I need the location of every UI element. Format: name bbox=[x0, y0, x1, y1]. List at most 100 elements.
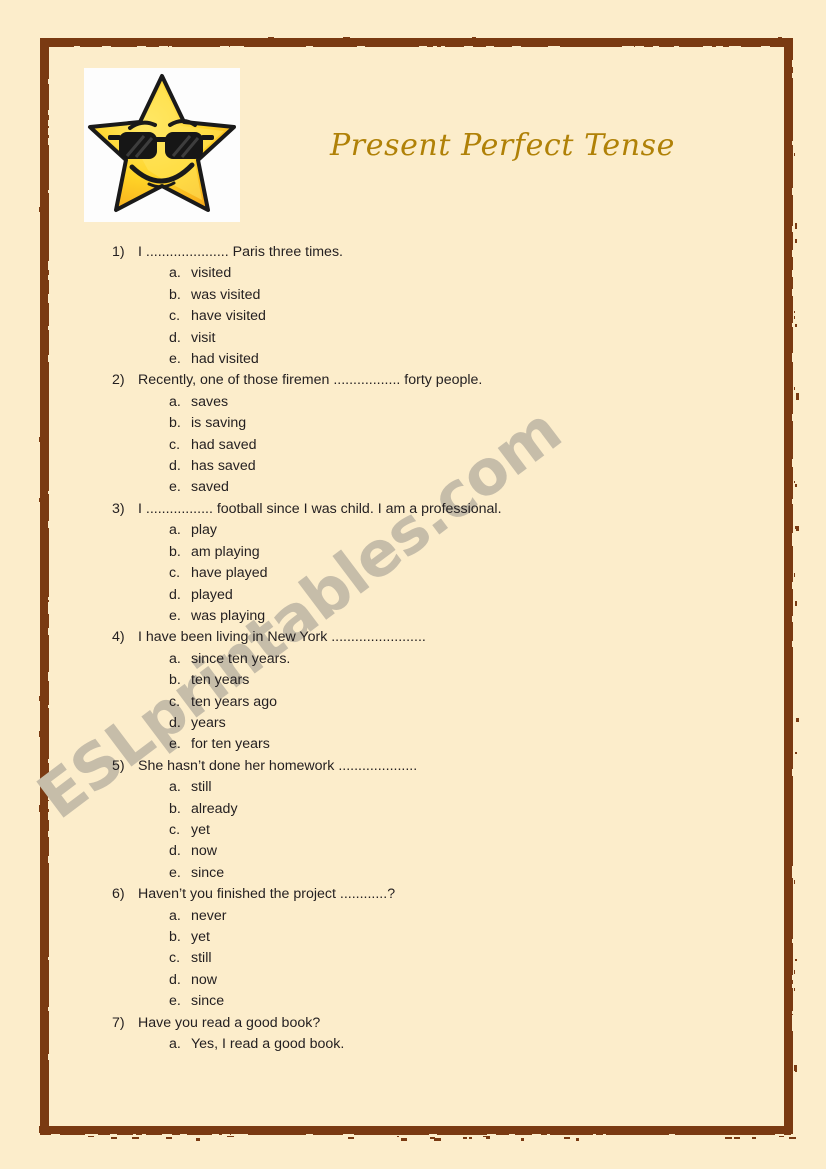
frame-edge-speck bbox=[794, 315, 795, 319]
frame-edge-notch bbox=[512, 46, 518, 47]
frame-edge-notch bbox=[74, 46, 81, 48]
option-item[interactable]: d. has saved bbox=[112, 456, 732, 477]
frame-edge-notch bbox=[792, 939, 795, 944]
option-item[interactable]: a. Yes, I read a good book. bbox=[112, 1034, 732, 1055]
frame-edge-speck bbox=[521, 1138, 525, 1141]
frame-edge-speck bbox=[758, 39, 761, 40]
option-item[interactable]: c. still bbox=[112, 948, 732, 969]
frame-edge-notch bbox=[168, 46, 172, 47]
question-number: 1) bbox=[112, 244, 125, 260]
option-text: have visited bbox=[191, 308, 266, 325]
frame-edge-speck bbox=[41, 409, 42, 415]
frame-edge-speck bbox=[41, 139, 42, 147]
frame-edge-notch bbox=[48, 793, 51, 800]
option-text: since bbox=[191, 864, 225, 881]
frame-edge-notch bbox=[592, 1134, 596, 1137]
option-item[interactable]: e. for ten years bbox=[112, 734, 732, 755]
frame-edge-notch bbox=[141, 1134, 146, 1136]
option-item[interactable]: a. saves bbox=[112, 392, 732, 413]
frame-edge-speck bbox=[242, 38, 247, 40]
frame-edge-speck bbox=[794, 572, 795, 577]
frame-edge-notch bbox=[159, 46, 169, 47]
option-item[interactable]: c. ten years ago bbox=[112, 692, 732, 713]
option-list: a. never b. yet c. still d. now e. since bbox=[112, 906, 732, 1013]
option-item[interactable]: e. saved bbox=[112, 477, 732, 498]
option-item[interactable]: a. still bbox=[112, 777, 732, 798]
frame-edge-notch bbox=[48, 274, 51, 280]
option-letter: e. bbox=[169, 351, 181, 368]
frame-edge-speck bbox=[788, 1137, 796, 1139]
frame-edge-notch bbox=[792, 269, 794, 277]
question-number: 4) bbox=[112, 629, 125, 646]
frame-edge-speck bbox=[380, 38, 385, 40]
frame-edge-notch bbox=[792, 414, 794, 419]
option-item[interactable]: c. have visited bbox=[112, 306, 732, 327]
frame-edge-speck bbox=[796, 717, 799, 722]
option-text: never bbox=[191, 907, 227, 924]
option-item[interactable]: a. visited bbox=[112, 263, 732, 284]
option-item[interactable]: e. had visited bbox=[112, 349, 732, 370]
frame-edge-speck bbox=[471, 37, 476, 40]
option-item[interactable]: d. played bbox=[112, 585, 732, 606]
frame-edge-notch bbox=[428, 1134, 437, 1135]
frame-edge-notch bbox=[48, 355, 49, 363]
frame-edge-notch bbox=[716, 46, 724, 47]
frame-edge-notch bbox=[137, 46, 147, 48]
frame-edge-notch bbox=[48, 138, 51, 146]
frame-edge-speck bbox=[39, 436, 42, 442]
option-item[interactable]: d. visit bbox=[112, 328, 732, 349]
option-item[interactable]: e. was playing bbox=[112, 606, 732, 627]
option-letter: a. bbox=[169, 265, 181, 282]
option-text: saves bbox=[191, 393, 229, 410]
frame-edge-notch bbox=[48, 812, 51, 821]
frame-edge-notch bbox=[761, 46, 771, 47]
option-item[interactable]: e. since bbox=[112, 863, 732, 884]
option-text: now bbox=[191, 843, 218, 860]
question-block: 5) She hasn’t done her homework .........… bbox=[112, 756, 732, 884]
frame-edge-notch bbox=[236, 1134, 242, 1135]
frame-edge-notch bbox=[48, 520, 51, 528]
frame-edge-speck bbox=[640, 38, 644, 40]
frame-edge-speck bbox=[39, 695, 42, 701]
option-item[interactable]: b. yet bbox=[112, 927, 732, 948]
option-item[interactable]: b. was visited bbox=[112, 285, 732, 306]
option-item[interactable]: b. ten years bbox=[112, 670, 732, 691]
option-item[interactable]: a. since ten years. bbox=[112, 649, 732, 670]
option-letter: b. bbox=[169, 543, 181, 560]
option-item[interactable]: b. is saving bbox=[112, 413, 732, 434]
option-item[interactable]: b. am playing bbox=[112, 542, 732, 563]
option-item[interactable]: a. never bbox=[112, 906, 732, 927]
option-item[interactable]: d. now bbox=[112, 970, 732, 991]
frame-edge-speck bbox=[167, 39, 175, 40]
option-item[interactable]: e. since bbox=[112, 991, 732, 1012]
frame-edge-notch bbox=[48, 758, 50, 763]
option-letter: b. bbox=[169, 415, 181, 432]
option-text: was visited bbox=[191, 286, 261, 303]
quiz-container: 1) I ..................... Paris three ti… bbox=[112, 242, 732, 1055]
frame-edge-speck bbox=[200, 38, 208, 40]
option-item[interactable]: a. play bbox=[112, 520, 732, 541]
question-line: 2) Recently, one of those firemen .......… bbox=[112, 370, 732, 391]
option-text: am playing bbox=[191, 543, 260, 560]
frame-edge-notch bbox=[634, 46, 644, 47]
frame-edge-notch bbox=[179, 1134, 187, 1135]
frame-edge-notch bbox=[48, 628, 49, 636]
option-item[interactable]: c. have played bbox=[112, 563, 732, 584]
option-item[interactable]: d. years bbox=[112, 713, 732, 734]
option-item[interactable]: d. now bbox=[112, 841, 732, 862]
frame-edge-notch bbox=[48, 128, 50, 136]
option-item[interactable]: c. yet bbox=[112, 820, 732, 841]
question-block: 4) I have been living in New York .......… bbox=[112, 627, 732, 755]
question-block: 7) Have you read a good book? a. Yes, I rea… bbox=[112, 1013, 732, 1056]
option-letter: d. bbox=[169, 971, 181, 988]
option-letter: d. bbox=[169, 329, 181, 346]
option-item[interactable]: c. had saved bbox=[112, 435, 732, 456]
question-block: 2) Recently, one of those firemen .......… bbox=[112, 370, 732, 498]
frame-edge-notch bbox=[433, 46, 438, 49]
frame-edge-notch bbox=[792, 249, 793, 257]
option-text: since bbox=[191, 993, 225, 1010]
option-item[interactable]: b. already bbox=[112, 799, 732, 820]
frame-edge-speck bbox=[482, 1136, 490, 1137]
question-line: 6) Haven’t you finished the project .....… bbox=[112, 884, 732, 905]
frame-edge-speck bbox=[41, 959, 42, 966]
